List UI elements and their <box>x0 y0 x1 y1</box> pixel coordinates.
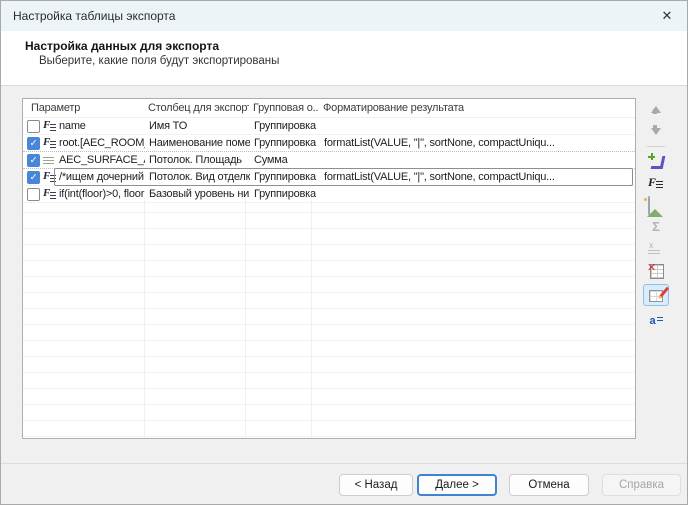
table-row[interactable]: ✓Froot.[AEC_ROOM_NU...Наименование поме.… <box>23 135 635 152</box>
move-down-button[interactable] <box>646 122 666 140</box>
toolbar-separator <box>647 146 665 147</box>
footer: < Назад Далее > Отмена Справка <box>1 464 687 505</box>
average-icon: x <box>647 241 665 257</box>
add-parameter-icon <box>648 153 664 169</box>
cell-group: Группировка <box>250 170 320 185</box>
column-header-group-operation[interactable]: Групповая о... <box>249 99 319 117</box>
edit-formula-button[interactable]: F <box>646 174 666 192</box>
format-result-button[interactable] <box>643 284 669 306</box>
cell-group: Сумма <box>250 153 320 168</box>
add-parameter-button[interactable] <box>646 152 666 170</box>
help-button: Справка <box>602 474 681 496</box>
average-button[interactable]: x <box>646 240 666 258</box>
image-icon <box>648 196 650 215</box>
alias-icon: a <box>649 314 662 328</box>
export-table-settings-dialog: Настройка таблицы экспорта ✕ Настройка д… <box>0 0 688 505</box>
sigma-icon: Σ <box>648 219 664 235</box>
table-body: FnameИмя ТОГруппировка✓Froot.[AEC_ROOM_N… <box>23 118 635 203</box>
row-checkbox-checked[interactable]: ✓ <box>27 154 40 167</box>
column-header-result-format[interactable]: Форматирование результата <box>319 99 635 117</box>
table-row[interactable]: FnameИмя ТОГруппировка <box>23 118 635 135</box>
cell-param: name <box>57 119 145 134</box>
page-subtitle: Выберите, какие поля будут экспортирован… <box>39 55 279 67</box>
cell-column: Наименование поме... <box>145 136 250 151</box>
move-up-button[interactable] <box>646 100 666 118</box>
function-icon: F <box>43 171 57 183</box>
parameters-table: Параметр Столбец для экспорта Групповая … <box>22 98 636 439</box>
empty-rows-grid <box>23 197 635 438</box>
cell-column: Имя ТО <box>145 119 250 134</box>
table-toolbar: F Σ x ✕ a <box>644 100 668 334</box>
function-icon: F <box>43 120 57 132</box>
cell-param: /*ищем дочерний эл... <box>57 170 145 185</box>
field-icon <box>43 154 57 166</box>
column-header-parameter[interactable]: Параметр <box>23 99 144 117</box>
insert-image-button[interactable] <box>646 196 666 214</box>
function-icon: F <box>648 175 664 191</box>
row-checkbox-unchecked[interactable] <box>27 120 40 133</box>
arrow-up-icon <box>651 106 661 113</box>
edit-cell-icon <box>648 288 664 302</box>
column-grid-line <box>311 197 312 438</box>
sum-button[interactable]: Σ <box>646 218 666 236</box>
row-checkbox-checked[interactable]: ✓ <box>27 137 40 150</box>
cell-column: Потолок. Вид отделки <box>145 170 250 185</box>
cell-group: Группировка <box>250 119 320 134</box>
cancel-button[interactable]: Отмена <box>509 474 589 496</box>
page-title: Настройка данных для экспорта <box>25 39 219 53</box>
window-title: Настройка таблицы экспорта <box>13 1 175 31</box>
cell-column: Потолок. Площадь <box>145 153 250 168</box>
arrow-down-icon <box>651 128 661 135</box>
cell-format: formatList(VALUE, "|", sortNone, compact… <box>320 136 635 151</box>
row-checkbox-checked[interactable]: ✓ <box>27 171 40 184</box>
title-bar: Настройка таблицы экспорта ✕ <box>1 1 687 31</box>
function-icon: F <box>43 137 57 149</box>
alias-button[interactable]: a <box>646 312 666 330</box>
cell-format: formatList(VALUE, "|", sortNone, compact… <box>320 170 635 185</box>
cell-param: AEC_SURFACE_ARE... <box>57 153 145 168</box>
wizard-header: Настройка данных для экспорта Выберите, … <box>1 31 687 86</box>
back-button[interactable]: < Назад <box>339 474 413 496</box>
column-grid-line <box>144 197 145 438</box>
table-row[interactable]: ✓ AEC_SURFACE_ARE...Потолок. ПлощадьСумма <box>23 152 635 169</box>
table-row[interactable]: ✓F/*ищем дочерний эл...Потолок. Вид отде… <box>23 169 635 186</box>
table-header-row: Параметр Столбец для экспорта Групповая … <box>23 99 635 118</box>
delete-parameter-button[interactable]: ✕ <box>646 262 666 280</box>
column-header-export-column[interactable]: Столбец для экспорта <box>144 99 249 117</box>
column-grid-line <box>245 197 246 438</box>
delete-table-icon: ✕ <box>648 263 664 279</box>
cell-group: Группировка <box>250 136 320 151</box>
next-button[interactable]: Далее > <box>417 474 497 496</box>
cell-param: root.[AEC_ROOM_NU... <box>57 136 145 151</box>
content-area: Параметр Столбец для экспорта Групповая … <box>1 86 687 463</box>
close-icon[interactable]: ✕ <box>647 1 687 31</box>
